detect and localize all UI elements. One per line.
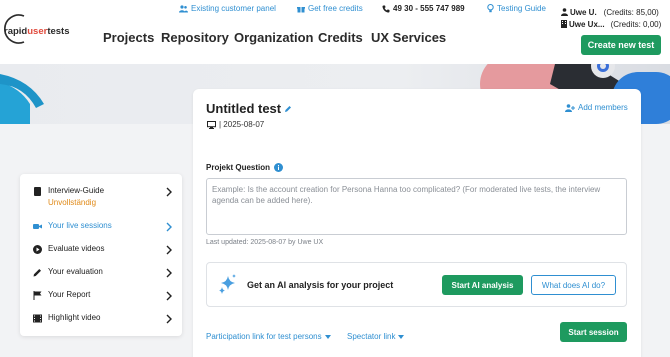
existing-customer-label: Existing customer panel xyxy=(191,4,276,13)
lightbulb-icon xyxy=(487,4,494,13)
what-does-ai-do-button[interactable]: What does AI do? xyxy=(531,275,616,295)
film-icon xyxy=(33,314,42,323)
test-date-row: | 2025-08-07 xyxy=(207,120,264,129)
user-accounts: Uwe U. (Credits: 85,00) Uwe Ux... (Credi… xyxy=(561,6,669,30)
svg-text:rapidusertests: rapidusertests xyxy=(4,26,70,37)
caret-down-icon xyxy=(324,334,331,339)
user-account-1[interactable]: Uwe U. (Credits: 85,00) xyxy=(561,6,669,18)
info-icon[interactable] xyxy=(274,163,284,172)
testing-guide-label: Testing Guide xyxy=(497,4,546,13)
gift-icon xyxy=(297,6,305,12)
sidebar-item-label: Your live sessions xyxy=(48,221,112,230)
chevron-right-icon xyxy=(166,314,172,324)
nav-credits[interactable]: Credits xyxy=(318,30,363,45)
sidebar-item-evaluate-videos[interactable]: Evaluate videos xyxy=(20,239,182,261)
building-icon xyxy=(561,20,567,28)
sidebar-item-interview-guide[interactable]: Interview-Guide Unvollständig xyxy=(20,181,182,215)
chevron-right-icon xyxy=(166,268,172,278)
question-label: Projekt Question xyxy=(206,163,271,172)
nav-repository[interactable]: Repository xyxy=(161,30,229,45)
user-account-2[interactable]: Uwe Ux... (Credits: 0,00) xyxy=(561,18,669,30)
pencil-icon[interactable] xyxy=(284,105,292,113)
test-title: Untitled test xyxy=(206,101,282,116)
free-credits-link[interactable]: Get free credits xyxy=(297,4,363,13)
document-icon xyxy=(34,187,41,196)
sidebar-item-live-sessions[interactable]: Your live sessions xyxy=(20,216,182,238)
user-name-2: Uwe Ux... xyxy=(569,19,605,29)
desktop-icon xyxy=(207,120,216,129)
chevron-right-icon xyxy=(166,245,172,255)
user-credits-2: (Credits: 0,00) xyxy=(610,19,662,29)
chevron-right-icon xyxy=(166,222,172,232)
video-camera-icon xyxy=(33,224,42,229)
app-page: rapidusertests Existing customer panel G… xyxy=(0,0,670,357)
add-members-link[interactable]: Add members xyxy=(565,103,628,112)
user-name-1: Uwe U. xyxy=(570,7,597,17)
spectator-link-dropdown[interactable]: Spectator link xyxy=(347,332,405,341)
phone-number[interactable]: 49 30 - 555 747 989 xyxy=(382,4,465,13)
play-circle-icon xyxy=(33,245,42,254)
pencil-icon xyxy=(33,269,41,277)
user-icon xyxy=(561,8,568,16)
sidebar-item-label: Evaluate videos xyxy=(48,244,105,253)
nav-organization[interactable]: Organization xyxy=(234,30,313,45)
participation-link-label: Participation link for test persons xyxy=(206,332,322,341)
flag-icon xyxy=(33,291,42,300)
question-label-row: Projekt Question xyxy=(206,163,284,172)
sidebar-item-label: Your Report xyxy=(48,290,91,299)
users-icon xyxy=(179,4,188,12)
top-header: rapidusertests Existing customer panel G… xyxy=(0,0,670,64)
test-sidebar: Interview-Guide Unvollständig Your live … xyxy=(20,174,182,336)
status-incomplete-label: Unvollständig xyxy=(48,198,97,207)
existing-customer-link[interactable]: Existing customer panel xyxy=(179,4,276,13)
participation-link-dropdown[interactable]: Participation link for test persons xyxy=(206,332,331,341)
start-session-button[interactable]: Start session xyxy=(560,322,627,342)
logo[interactable]: rapidusertests xyxy=(2,12,92,46)
test-card: Untitled test | 2025-08-07 Add members P… xyxy=(193,89,641,357)
create-new-test-button[interactable]: Create new test xyxy=(581,35,661,55)
sidebar-item-label: Highlight video xyxy=(48,313,101,322)
chevron-right-icon xyxy=(166,291,172,301)
sidebar-item-highlight-video[interactable]: Highlight video xyxy=(20,308,182,330)
testing-guide-link[interactable]: Testing Guide xyxy=(487,4,546,13)
test-date: | 2025-08-07 xyxy=(219,120,265,129)
phone-label: 49 30 - 555 747 989 xyxy=(393,4,465,13)
free-credits-label: Get free credits xyxy=(308,4,363,13)
caret-down-icon xyxy=(398,334,405,339)
spectator-link-label: Spectator link xyxy=(347,332,396,341)
add-members-label: Add members xyxy=(578,103,628,112)
sidebar-item-your-evaluation[interactable]: Your evaluation xyxy=(20,262,182,284)
sparkles-icon xyxy=(219,274,236,294)
test-title-row: Untitled test xyxy=(206,101,292,116)
sidebar-item-label: Interview-Guide xyxy=(48,186,105,195)
chevron-right-icon xyxy=(166,187,172,197)
start-ai-analysis-button[interactable]: Start AI analysis xyxy=(442,275,523,295)
nav-ux-services[interactable]: UX Services xyxy=(371,30,446,45)
sidebar-item-your-report[interactable]: Your Report xyxy=(20,285,182,307)
ai-analysis-panel: Get an AI analysis for your project Star… xyxy=(206,262,627,307)
nav-projects[interactable]: Projects xyxy=(103,30,154,45)
last-updated-text: Last updated: 2025-08-07 by Uwe UX xyxy=(206,239,324,246)
user-credits-1: (Credits: 85,00) xyxy=(603,7,659,17)
ai-analysis-text: Get an AI analysis for your project xyxy=(247,280,394,290)
sidebar-item-label: Your evaluation xyxy=(48,267,103,276)
user-plus-icon xyxy=(565,103,575,112)
phone-icon xyxy=(382,5,390,12)
project-question-input[interactable]: Example: Is the account creation for Per… xyxy=(206,178,627,235)
